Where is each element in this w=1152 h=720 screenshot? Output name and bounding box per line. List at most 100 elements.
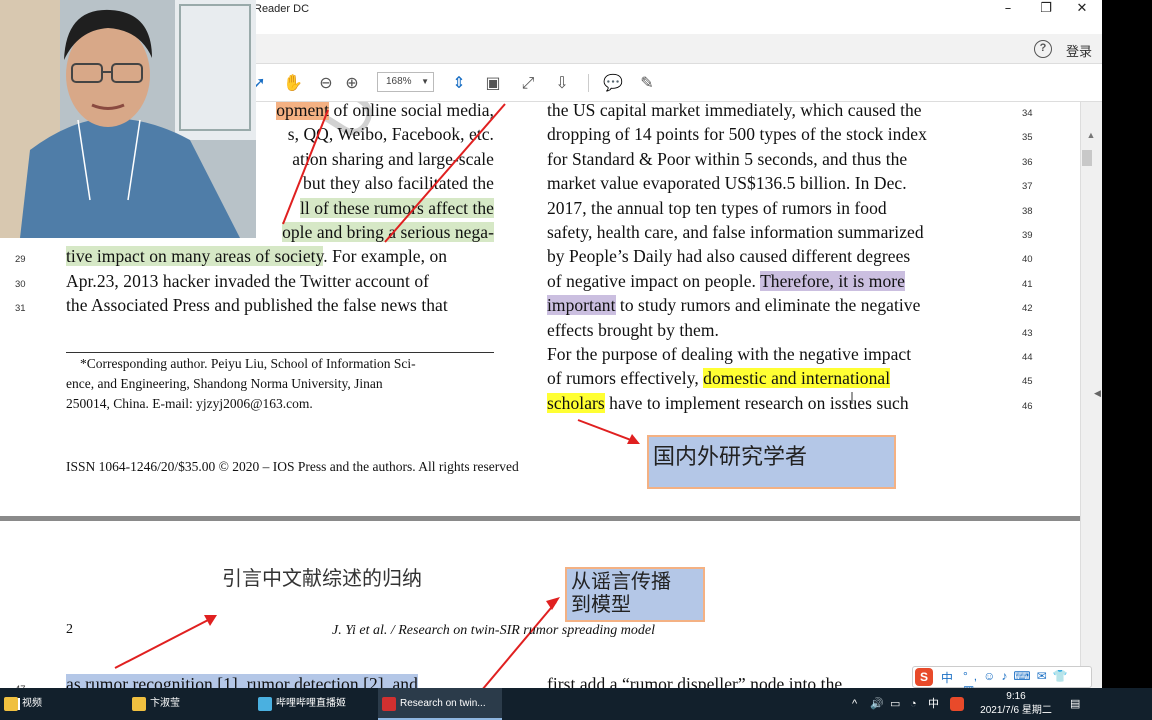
ime-indicator[interactable]: 中 [928, 688, 939, 720]
comment-icon[interactable]: 💬 [602, 72, 624, 94]
arrowhead [204, 615, 217, 626]
highlight: scholars [547, 392, 605, 413]
arrowhead [546, 597, 560, 610]
tray-chevron-icon[interactable]: ^ [852, 688, 857, 720]
toolbar-divider [588, 74, 589, 92]
line-number: 30 [15, 279, 26, 290]
arrow-to-note [482, 601, 557, 688]
body-line: for Standard & Poor within 5 seconds, an… [547, 148, 908, 169]
battery-icon[interactable]: ▭ [890, 688, 900, 720]
clock[interactable]: 9:16 2021/7/6 星期二 [978, 690, 1054, 718]
body-line: tive impact on many areas of society. Fo… [66, 246, 448, 266]
line-number: 41 [1022, 278, 1033, 290]
scroll-up-icon[interactable]: ▲ [1080, 130, 1102, 140]
annotation-text: 到模型 [571, 592, 631, 616]
ime-tool-icons[interactable]: °,☺♪⌨✉👕▦ [963, 669, 1091, 688]
minimize-button[interactable]: – [990, 0, 1026, 18]
volume-icon[interactable]: 🔊 [870, 688, 884, 720]
maximize-button[interactable]: ❐ [1028, 0, 1064, 18]
zoom-in-icon[interactable]: ⊕ [341, 72, 363, 94]
body-line: the US capital market immediately, which… [547, 102, 922, 120]
annotation-box-scholars[interactable]: 国内外研究学者 [647, 435, 896, 489]
line-number: 40 [1022, 254, 1033, 266]
body-line: the Associated Press and published the f… [66, 295, 448, 315]
body-line: but they also facilitated the [303, 173, 494, 193]
body-line: by People’s Daily had also caused differ… [547, 246, 911, 267]
highlight: tive impact on many areas of society [66, 246, 324, 266]
line-number: 42 [1022, 303, 1033, 315]
zoom-out-icon[interactable]: ⊖ [315, 72, 337, 94]
body-line: scholars have to implement research on i… [547, 392, 909, 413]
page-number: 2 [66, 622, 73, 637]
ime-mode-label[interactable]: 中 [941, 669, 953, 686]
body-line: of negative impact on people. Therefore,… [547, 270, 905, 291]
annotation-text: 国内外研究学者 [653, 445, 808, 470]
taskbar-item-videos[interactable]: 视频 [0, 688, 128, 720]
sogou-logo-icon: S [915, 668, 933, 686]
scroll-mode-icon[interactable]: ⇩ [551, 72, 573, 94]
body-line: first add a “rumor dispeller” node into … [547, 674, 843, 688]
line-number: 31 [15, 303, 26, 314]
body-line: ll of these rumors affect the [299, 198, 494, 219]
body-line: market value evaporated US$136.5 billion… [547, 173, 907, 194]
page-view-icon[interactable]: ▣ [482, 72, 504, 94]
line-number: 35 [1022, 132, 1033, 144]
body-line: ation sharing and large-scale [292, 149, 494, 169]
close-button[interactable]: ✕ [1064, 0, 1100, 18]
folder-icon [132, 697, 146, 711]
full-screen-icon[interactable]: ⤢ [517, 72, 539, 94]
line-number: 29 [15, 254, 26, 265]
body-line: Apr.23, 2013 hacker invaded the Twitter … [66, 271, 429, 291]
highlight: domestic and international [703, 368, 891, 389]
line-number: 45 [1022, 376, 1033, 388]
window-title: Reader DC [254, 3, 310, 15]
pdf-icon [382, 697, 396, 711]
network-icon[interactable]: ◔ [910, 688, 917, 720]
line-number: 44 [1022, 352, 1033, 363]
annotation-box-models[interactable]: 从谣言传播 到模型 [565, 567, 705, 622]
clock-date: 2021/7/6 星期二 [980, 705, 1052, 716]
scrollbar-thumb[interactable] [1082, 150, 1092, 166]
webcam-video [0, 0, 256, 238]
taskbar-item-folder[interactable]: 卞淑莹 [128, 688, 254, 720]
highlight: ll of these rumors affect the [299, 198, 494, 218]
acrobat-window: Reader DC – ❐ ✕ ? 登录 ➚ ✋ ⊖ ⊕ 168% ▼ ⇕ ▣ … [0, 0, 1102, 688]
page-separator [0, 516, 1080, 521]
fit-page-icon[interactable]: ⇕ [448, 72, 470, 94]
chevron-down-icon: ▼ [421, 77, 429, 86]
notification-icon[interactable]: ▤ [1070, 688, 1080, 720]
taskbar-item-acrobat[interactable]: Research on twin... [378, 688, 502, 720]
line-number: 43 [1022, 327, 1033, 339]
highlight: ople and bring a serious nega- [282, 222, 494, 242]
sogou-tray-icon[interactable] [950, 697, 964, 711]
ime-toolbar[interactable]: S 中 °,☺♪⌨✉👕▦ [912, 666, 1092, 688]
side-panel-toggle-icon[interactable]: ◀ [1094, 388, 1101, 399]
bilibili-icon [258, 697, 272, 711]
login-link[interactable]: 登录 [1066, 41, 1092, 60]
body-line: opment of online social media, [276, 102, 494, 120]
line-number: 39 [1022, 230, 1033, 241]
arrowhead [627, 434, 640, 444]
footnote-line: 250014, China. E-mail: yjzyj2006@163.com… [66, 396, 313, 411]
arrow-to-scholars [577, 419, 637, 443]
zoom-value: 168% [386, 76, 412, 87]
highlight-pen-icon[interactable]: ✎ [636, 72, 658, 94]
body-line: important to study rumors and eliminate … [547, 295, 921, 316]
highlight: Therefore, it is more [760, 270, 905, 291]
chinese-heading: 引言中文献综述的归纳 [222, 566, 422, 590]
body-line: of rumors effectively, domestic and inte… [547, 368, 891, 389]
webcam-overlay [0, 0, 256, 238]
body-line: s, QQ, Weibo, Facebook, etc. [287, 124, 494, 144]
line-number: 37 [1022, 181, 1033, 193]
body-line: 2017, the annual top ten types of rumors… [547, 197, 887, 218]
help-icon[interactable]: ? [1034, 40, 1052, 58]
zoom-select[interactable]: 168% ▼ [377, 72, 434, 92]
annotation-text: 从谣言传播 [571, 569, 671, 593]
hand-tool-icon[interactable]: ✋ [282, 72, 304, 94]
clock-time: 9:16 [1006, 691, 1026, 702]
footnote-line: *Corresponding author. Peiyu Liu, School… [80, 356, 416, 371]
folder-icon [4, 697, 18, 711]
line-number: 38 [1022, 205, 1033, 217]
issn-line: ISSN 1064-1246/20/$35.00 © 2020 – IOS Pr… [66, 459, 519, 474]
taskbar-item-bilibili-live[interactable]: 哔哩哔哩直播姬 [254, 688, 378, 720]
